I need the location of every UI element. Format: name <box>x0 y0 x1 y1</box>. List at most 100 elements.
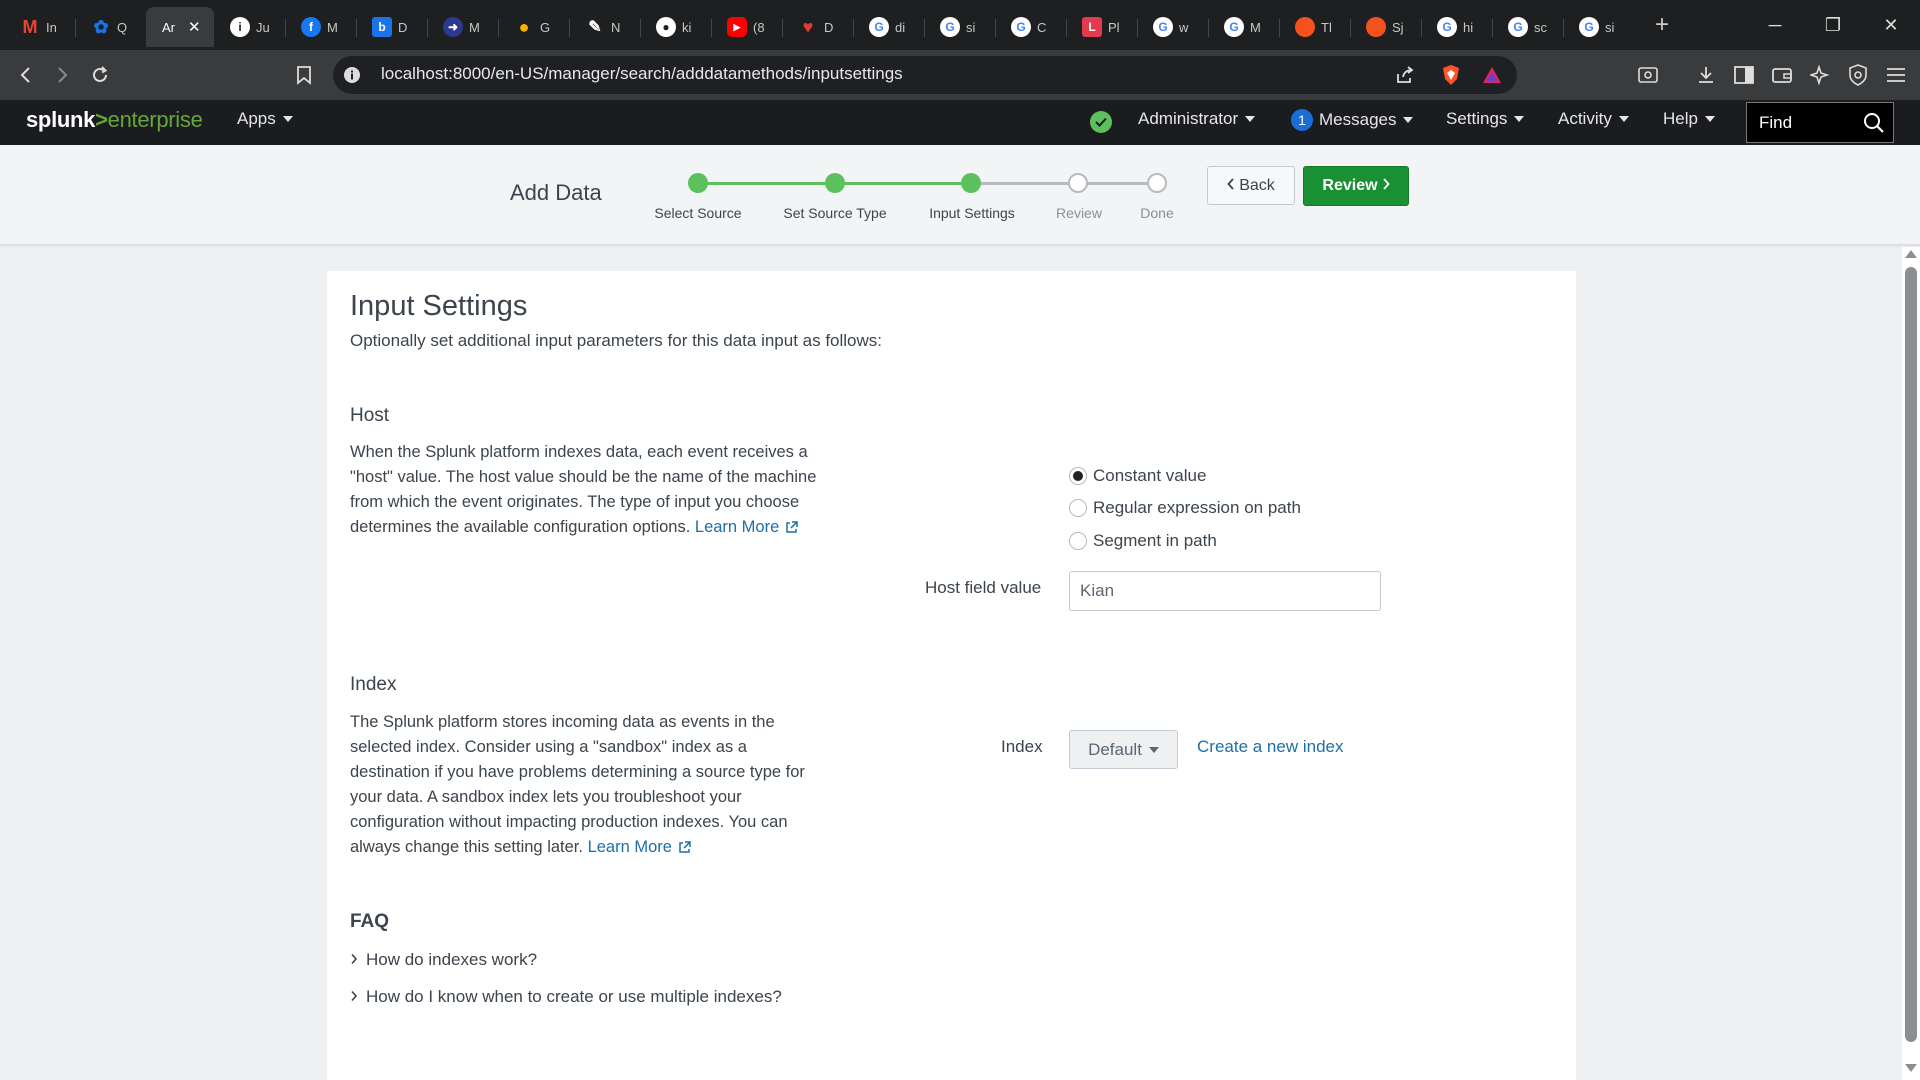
index-description-line: your data. A sandbox index lets you trou… <box>350 788 742 806</box>
tab-title: M <box>327 19 338 35</box>
index-description-line: always change this setting later. Learn … <box>350 835 850 862</box>
external-link-icon <box>678 837 691 862</box>
browser-tab[interactable]: M In <box>4 7 75 47</box>
tab-title: Tl <box>1321 19 1332 35</box>
browser-tab[interactable]: i Ju <box>214 7 285 47</box>
browser-tab[interactable]: f M <box>285 7 356 47</box>
tab-title: sc <box>1534 19 1547 35</box>
host-option-constant-value[interactable]: Constant value <box>1069 466 1206 486</box>
tab-title: Ju <box>256 19 270 35</box>
index-select[interactable]: Default <box>1069 730 1178 769</box>
back-button[interactable]: Back <box>1207 166 1295 205</box>
settings-menu-label: Settings <box>1446 109 1508 128</box>
screenshot-icon[interactable] <box>1630 50 1666 100</box>
site-info-icon[interactable] <box>334 50 370 100</box>
wallet-icon[interactable] <box>1764 50 1800 100</box>
new-tab-button[interactable]: + <box>1642 5 1682 45</box>
bing-icon: b <box>372 17 392 37</box>
index-description-line: selected index. Consider using a "sandbo… <box>350 738 747 756</box>
reload-icon[interactable] <box>82 50 118 100</box>
step-dot-select-source <box>688 173 708 193</box>
browser-tab[interactable]: ✿ Q <box>75 7 146 47</box>
brave-shield-icon[interactable] <box>1433 50 1469 100</box>
close-window-button[interactable]: ✕ <box>1862 0 1920 50</box>
faq-item[interactable]: How do I know when to create or use mult… <box>350 987 782 1007</box>
download-icon[interactable] <box>1688 50 1724 100</box>
caret-down-icon <box>1618 116 1629 122</box>
radio-button-selected[interactable] <box>1069 467 1087 485</box>
faq-item[interactable]: How do indexes work? <box>350 950 537 970</box>
restore-button[interactable]: ❐ <box>1804 0 1862 50</box>
index-learn-more-link[interactable]: Learn More <box>588 838 691 856</box>
browser-tab[interactable]: G w <box>1137 7 1208 47</box>
messages-menu[interactable]: 1 Messages <box>1291 109 1414 131</box>
radio-label: Regular expression on path <box>1093 498 1301 517</box>
share-icon[interactable] <box>1387 50 1423 100</box>
browser-tab[interactable]: ▶ (8 <box>711 7 782 47</box>
browser-tab[interactable]: ➜ M <box>427 7 498 47</box>
review-button[interactable]: Review <box>1303 166 1409 206</box>
browser-tab[interactable]: ● G <box>498 7 569 47</box>
radio-label: Constant value <box>1093 466 1207 485</box>
activity-menu[interactable]: Activity <box>1558 109 1629 129</box>
user-menu[interactable]: Administrator <box>1138 109 1256 129</box>
browser-tab[interactable]: G si <box>1563 7 1634 47</box>
tab-title: N <box>611 19 621 35</box>
host-field-value-input[interactable] <box>1069 571 1381 611</box>
menu-icon[interactable] <box>1878 50 1914 100</box>
browser-tab[interactable]: G di <box>853 7 924 47</box>
health-ok-icon[interactable] <box>1090 111 1112 133</box>
browser-tab[interactable]: ● ki <box>640 7 711 47</box>
tab-title: ki <box>682 19 692 35</box>
sidebar-icon[interactable] <box>1726 50 1762 100</box>
google-icon: G <box>1437 17 1457 37</box>
scrollbar-thumb[interactable] <box>1905 267 1917 1042</box>
scroll-up-arrow-icon[interactable] <box>1905 250 1917 258</box>
host-description-line: determines the available configuration o… <box>350 515 850 542</box>
vpn-icon[interactable] <box>1840 50 1876 100</box>
browser-tab[interactable]: ✎ N <box>569 7 640 47</box>
messages-count-badge: 1 <box>1291 109 1313 131</box>
radio-button[interactable] <box>1069 532 1087 550</box>
tab-title: C <box>1037 19 1047 35</box>
browser-tab[interactable]: G sc <box>1492 7 1563 47</box>
brave-rewards-icon[interactable] <box>1474 50 1510 100</box>
settings-menu[interactable]: Settings <box>1446 109 1525 129</box>
faq-item-label: How do I know when to create or use mult… <box>366 987 782 1006</box>
browser-tab[interactable]: Tl <box>1279 7 1350 47</box>
minimize-button[interactable]: ─ <box>1746 0 1804 50</box>
create-new-index-link[interactable]: Create a new index <box>1197 737 1343 757</box>
find-placeholder: Find <box>1759 112 1793 132</box>
bookmark-icon[interactable] <box>286 50 322 100</box>
search-icon[interactable] <box>1863 112 1885 139</box>
browser-tab[interactable]: G M <box>1208 7 1279 47</box>
radio-button[interactable] <box>1069 499 1087 517</box>
host-option-regex-path[interactable]: Regular expression on path <box>1069 498 1301 518</box>
host-field-label: Host field value <box>925 578 1042 597</box>
browser-tab[interactable]: Sj <box>1350 7 1421 47</box>
help-menu[interactable]: Help <box>1663 109 1715 129</box>
chevron-left-icon <box>1227 177 1235 195</box>
browser-tab[interactable]: G hi <box>1421 7 1492 47</box>
leo-ai-icon[interactable] <box>1802 50 1838 100</box>
close-icon[interactable]: ✕ <box>188 18 201 36</box>
splunk-logo[interactable]: splunk>enterprise <box>26 107 203 133</box>
scroll-down-arrow-icon[interactable] <box>1905 1064 1917 1072</box>
step-label-input-settings: Input Settings <box>929 205 1015 221</box>
back-nav-icon[interactable] <box>8 50 44 100</box>
browser-tab[interactable]: G si <box>924 7 995 47</box>
page-subtitle: Optionally set additional input paramete… <box>350 331 883 350</box>
browser-tab[interactable]: b D <box>356 7 427 47</box>
host-option-segment-path[interactable]: Segment in path <box>1069 531 1217 551</box>
host-learn-more-link[interactable]: Learn More <box>695 518 799 536</box>
url-text[interactable]: localhost:8000/en-US/manager/search/addd… <box>381 64 903 84</box>
browser-tab-active[interactable]: Ar ✕ <box>146 7 214 47</box>
browser-tab[interactable]: ♥ D <box>782 7 853 47</box>
forward-nav-icon[interactable] <box>44 50 80 100</box>
apps-menu[interactable]: Apps <box>237 109 293 129</box>
find-input[interactable]: Find <box>1746 102 1894 143</box>
browser-tab[interactable]: G C <box>995 7 1066 47</box>
host-description-line: from which the event originates. The typ… <box>350 493 800 511</box>
tab-title: si <box>1605 19 1615 35</box>
browser-tab[interactable]: L Pl <box>1066 7 1137 47</box>
